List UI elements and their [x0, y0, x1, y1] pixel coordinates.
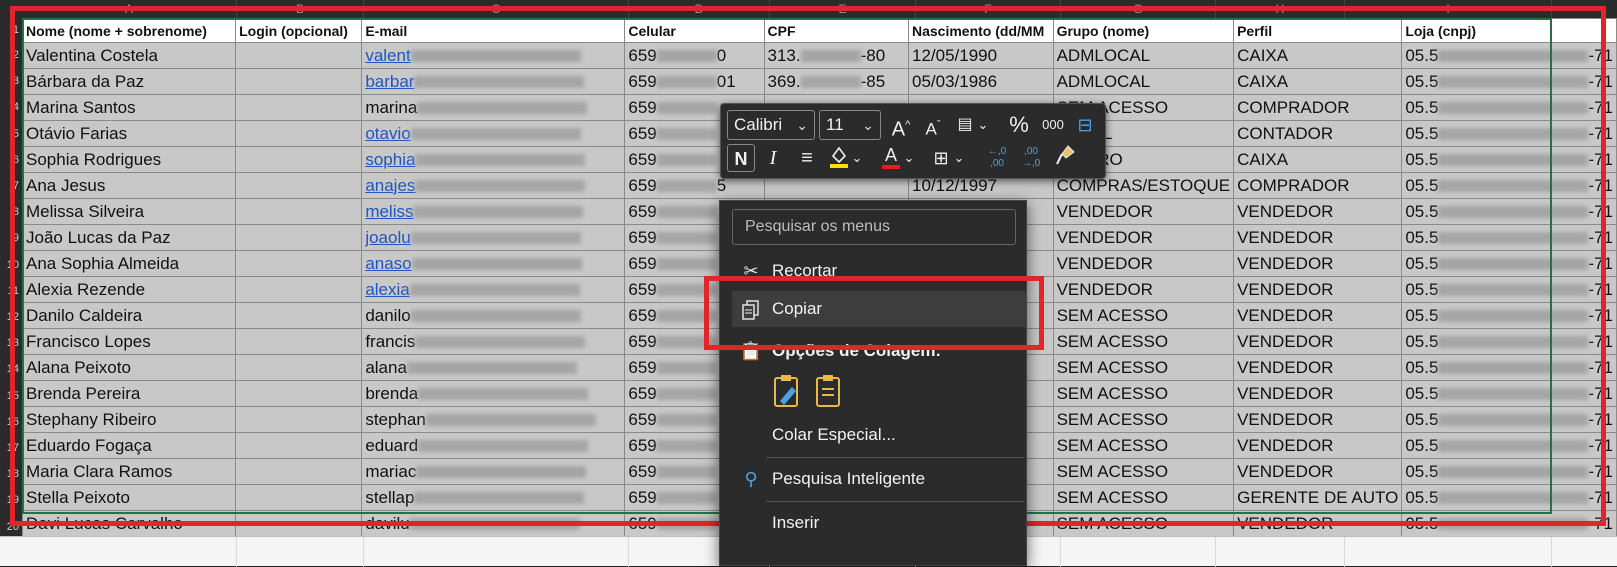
highlight-box-copy [704, 276, 1044, 350]
increase-font-icon[interactable]: A^ [887, 111, 915, 141]
format-painter-icon[interactable] [1051, 144, 1079, 172]
menu-item-label: Colar Especial... [772, 425, 896, 444]
font-size-value: 11 [826, 115, 844, 134]
menu-item-label: Pesquisa Inteligente [772, 469, 926, 488]
chevron-down-icon[interactable]: ⌄ [901, 144, 917, 172]
menu-search-input[interactable]: Pesquisar os menus [732, 209, 1016, 245]
menu-separator [766, 501, 1024, 502]
increase-decimal-icon[interactable]: ←,0,00 [983, 144, 1011, 172]
svg-text:A: A [885, 145, 897, 165]
context-menu: Pesquisar os menus ✂ Recortar Copiar 📋 O… [719, 200, 1027, 566]
font-name-value: Calibri [734, 115, 783, 134]
chevron-down-icon[interactable]: ⌄ [849, 144, 865, 172]
search-icon: ⚲ [744, 469, 758, 489]
menu-separator [766, 457, 1024, 458]
italic-button[interactable]: I [759, 144, 787, 172]
menu-item-insert[interactable]: Inserir [720, 505, 1026, 541]
paste-icon[interactable] [814, 373, 848, 413]
menu-item-smart-lookup[interactable]: ⚲ Pesquisa Inteligente [720, 461, 1026, 497]
chevron-down-icon[interactable]: ⌄ [951, 144, 967, 172]
menu-item-paste-special[interactable]: Colar Especial... [720, 417, 1026, 453]
percent-button[interactable]: % [1005, 111, 1033, 139]
decrease-decimal-icon[interactable]: ,00 →,0 [1017, 144, 1045, 172]
chevron-down-icon[interactable]: ⌄ [975, 111, 991, 139]
font-size-select[interactable]: 11 ⌄ [819, 110, 881, 140]
merge-center-icon[interactable]: ⊟ [1071, 111, 1099, 139]
menu-item-label: Inserir [772, 513, 820, 532]
bold-button[interactable]: N [727, 144, 755, 172]
align-center-icon[interactable]: ≡ [793, 144, 821, 172]
decrease-font-icon[interactable]: Aˇ [919, 111, 947, 139]
thousands-separator-button[interactable]: 000 [1037, 111, 1069, 139]
chevron-down-icon: ⌄ [796, 117, 808, 133]
font-name-select[interactable]: Calibri ⌄ [727, 110, 815, 140]
paste-formatting-icon[interactable] [772, 373, 806, 413]
chevron-down-icon: ⌄ [862, 117, 874, 133]
mini-toolbar: Calibri ⌄ 11 ⌄ A^ Aˇ ▤ ⌄ % 000 ⊟ N I ≡ ⌄… [720, 103, 1106, 179]
